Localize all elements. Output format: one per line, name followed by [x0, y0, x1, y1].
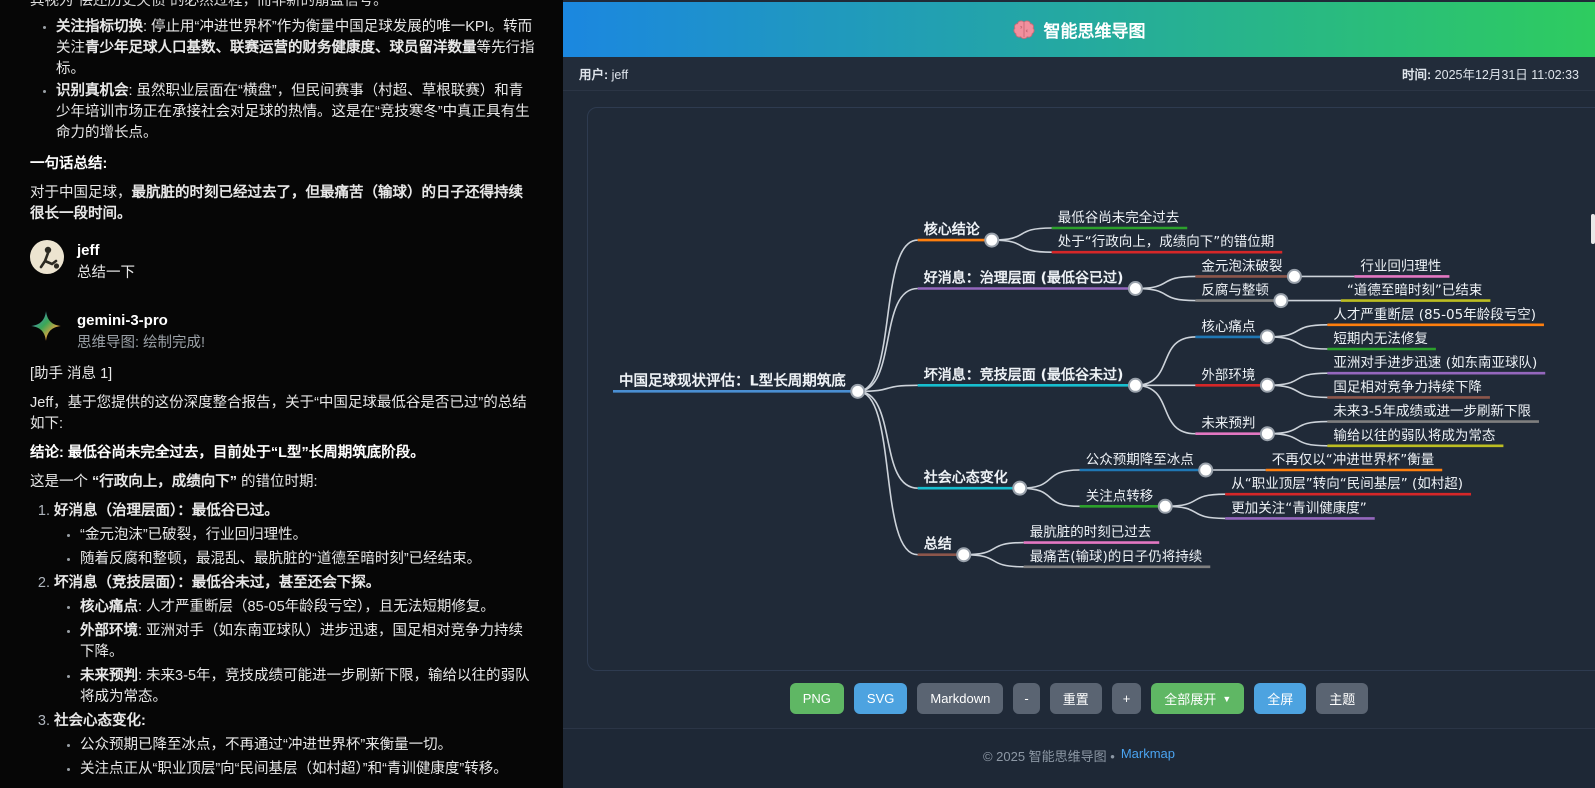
export-png-button[interactable]: PNG [790, 683, 844, 714]
summary-heading: 一句话总结: [30, 154, 537, 175]
assistant-message-header: gemini-3-pro 思维导图: 绘制完成! [30, 310, 537, 354]
gemini-star-icon [30, 310, 62, 342]
user-message: jeff 总结一下 [30, 240, 537, 284]
app-footer: © 2025 智能思维导图 • Markmap [563, 728, 1595, 788]
screen: 其视为“偿还历史欠债”的必然过程，而非新的崩盘信号。 关注指标切换: 停止用“冲… [0, 0, 1595, 788]
app-title: 智能思维导图 [1044, 17, 1146, 42]
user-value: jeff [612, 68, 628, 82]
assistant-name: gemini-3-pro [77, 310, 205, 331]
export-markdown-button[interactable]: Markdown [917, 683, 1003, 714]
export-svg-button[interactable]: SVG [854, 683, 907, 714]
zoom-in-button[interactable]: + [1112, 683, 1142, 714]
info-bar: 用户: jeff 时间: 2025年12月31日 11:02:33 [563, 57, 1595, 91]
time-value: 2025年12月31日 11:02:33 [1435, 68, 1579, 82]
assistant-intro: Jeff，基于您提供的这份深度整合报告，关于“中国足球最低谷是否已过”的总结如下… [30, 393, 537, 435]
reset-button[interactable]: 重置 [1050, 683, 1102, 714]
markmap-link[interactable]: Markmap [1121, 746, 1175, 788]
chat-scrollback-line: 其视为“偿还历史欠债”的必然过程，而非新的崩盘信号。 [30, 0, 537, 12]
copyright-text: © 2025 智能思维导图 • [983, 746, 1115, 788]
sub-bullet: 外部环境: 亚洲对手（如东南亚球队）进步迅速，国足相对竞争力持续下降。 [80, 621, 537, 663]
fullscreen-button[interactable]: 全屏 [1254, 683, 1306, 714]
list-item: 好消息（治理层面）：最低谷已过。 “金元泡沫”已破裂，行业回归理性。 随着反腐和… [54, 501, 537, 570]
assistant-avatar [30, 310, 64, 344]
assistant-status: 思维导图: 绘制完成! [77, 333, 205, 354]
user-text: 总结一下 [77, 263, 135, 284]
sub-bullet: 核心痛点: 人才严重断层（85-05年龄段亏空），且无法短期修复。 [80, 597, 537, 618]
sub-bullet: 随着反腐和整顿，最混乱、最肮脏的“道德至暗时刻”已经结束。 [80, 549, 537, 570]
assistant-numbered-list: 好消息（治理层面）：最低谷已过。 “金元泡沫”已破裂，行业回归理性。 随着反腐和… [30, 501, 537, 780]
time-label: 时间: [1402, 68, 1431, 82]
user-name: jeff [77, 240, 135, 261]
sub-bullet: “金元泡沫”已破裂，行业回归理性。 [80, 525, 537, 546]
chat-panel: 其视为“偿还历史欠债”的必然过程，而非新的崩盘信号。 关注指标切换: 停止用“冲… [0, 0, 563, 788]
assistant-period-line: 这是一个 “行政向上，成绩向下” 的错位时期: [30, 472, 537, 493]
sub-bullet: 关注点正从“职业顶层”向“民间基层（如村超）”和“青训健康度”转移。 [80, 759, 537, 780]
assistant-tag: [助手 消息 1] [30, 364, 537, 385]
scrollbar-thumb[interactable] [1591, 214, 1595, 244]
map-toolbar: PNG SVG Markdown - 重置 + 全部展开▼ 全屏 主题 [563, 683, 1595, 714]
soccer-player-icon [30, 240, 64, 274]
mindmap-canvas[interactable] [587, 107, 1595, 671]
assistant-conclusion: 结论: 最低谷尚未完全过去，目前处于“L型”长周期筑底阶段。 [30, 443, 537, 464]
chat-bullet: 识别真机会: 虽然职业层面在“横盘”，但民间赛事（村超、草根联赛）和青少年培训市… [56, 81, 537, 144]
chat-bullet: 关注指标切换: 停止用“冲进世界杯”作为衡量中国足球发展的唯一KPI。转而关注青… [56, 17, 537, 80]
zoom-out-button[interactable]: - [1013, 683, 1039, 714]
list-item: 社会心态变化: 公众预期已降至冰点，不再通过“冲进世界杯”来衡量一切。 关注点正… [54, 711, 537, 780]
user-avatar[interactable] [30, 240, 64, 274]
sub-bullet: 未来预判: 未来3-5年，竞技成绩可能进一步刷新下限，输给以往的弱队将成为常态。 [80, 666, 537, 708]
sub-bullet: 公众预期已降至冰点，不再通过“冲进世界杯”来衡量一切。 [80, 735, 537, 756]
brain-icon [1013, 20, 1035, 40]
summary-line: 对于中国足球，最肮脏的时刻已经过去了，但最痛苦（输球）的日子还得持续很长一段时间… [30, 183, 537, 225]
list-item: 坏消息（竞技层面）：最低谷未过，甚至还会下探。 核心痛点: 人才严重断层（85-… [54, 573, 537, 708]
chevron-down-icon: ▼ [1222, 694, 1231, 704]
chat-bullet-list: 关注指标切换: 停止用“冲进世界杯”作为衡量中国足球发展的唯一KPI。转而关注青… [30, 17, 537, 144]
app-header: 智能思维导图 [563, 2, 1595, 57]
expand-all-button[interactable]: 全部展开▼ [1151, 683, 1244, 714]
mindmap-app: 智能思维导图 用户: jeff 时间: 2025年12月31日 11:02:33… [563, 0, 1595, 788]
user-label: 用户: [579, 68, 608, 82]
theme-button[interactable]: 主题 [1316, 683, 1368, 714]
